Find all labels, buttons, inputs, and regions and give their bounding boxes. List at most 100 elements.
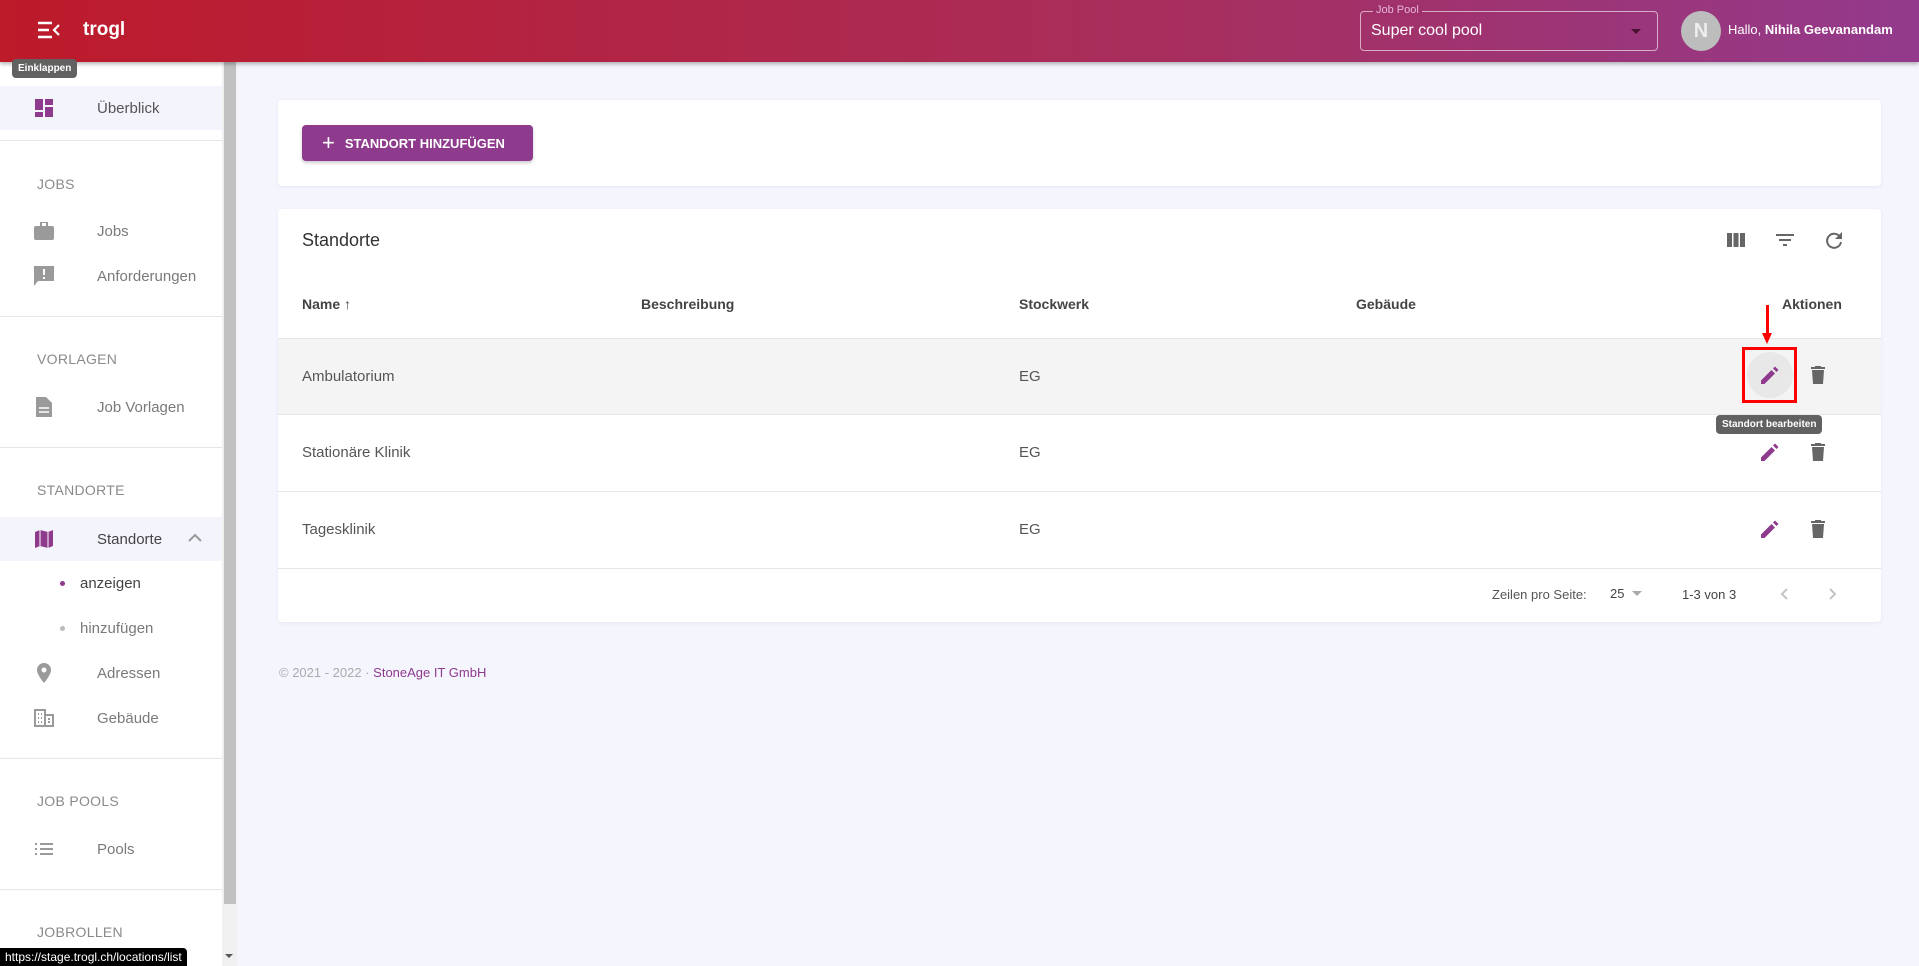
greeting-text: Hallo, (1728, 22, 1762, 37)
divider (0, 758, 222, 759)
sidebar-item-pools[interactable]: Pools (0, 827, 222, 871)
sidebar-item-label: Adressen (97, 664, 161, 682)
arrow-annotation (1766, 305, 1769, 335)
cell-stockwerk: EG (1019, 368, 1041, 385)
add-location-label: STANDORT HINZUFÜGEN (344, 135, 505, 151)
sidebar-subitem-hinzufuegen[interactable]: hinzufügen (0, 606, 222, 650)
columns-icon[interactable] (1727, 233, 1745, 247)
sidebar-item-label: Überblick (97, 99, 160, 117)
job-pool-select[interactable]: Job Pool Super cool pool (1360, 4, 1658, 51)
app-header: trogl Job Pool Super cool pool N Hallo, … (0, 0, 1919, 62)
plus-icon: + (322, 130, 335, 155)
edit-icon[interactable] (1761, 443, 1779, 461)
cell-name: Stationäre Klinik (302, 444, 411, 461)
map-icon (32, 527, 56, 551)
section-title-standorte: STANDORTE (37, 482, 125, 498)
sidebar-item-label: Standorte (97, 530, 163, 548)
divider (0, 889, 222, 890)
feedback-icon (32, 264, 56, 288)
sidebar-item-gebaeude[interactable]: Gebäude (0, 696, 222, 740)
prev-page-icon[interactable] (1780, 588, 1788, 600)
table-row[interactable]: Tagesklinik EG (278, 492, 1881, 569)
section-title-job-pools: JOB POOLS (37, 793, 120, 809)
sidebar: Überblick JOBS Jobs Anforderungen VORLAG… (0, 62, 222, 966)
building-icon (32, 706, 56, 730)
edit-tooltip: Standort bearbeiten (1716, 415, 1823, 434)
scrollbar-thumb[interactable] (224, 62, 236, 904)
cell-stockwerk: EG (1019, 444, 1041, 461)
dropdown-arrow-icon (1632, 591, 1643, 596)
refresh-icon[interactable] (1825, 231, 1843, 249)
toolbar-card: + STANDORT HINZUFÜGEN (278, 100, 1881, 186)
rows-per-page-select[interactable]: 25 (1610, 586, 1643, 601)
sidebar-item-label: Job Vorlagen (97, 398, 185, 416)
divider (0, 140, 222, 141)
sidebar-item-standorte[interactable]: Standorte (0, 517, 222, 561)
chevron-up-icon[interactable] (188, 533, 202, 542)
dashboard-icon (32, 96, 56, 120)
edit-icon[interactable] (1761, 520, 1779, 538)
footer: © 2021 - 2022 · StoneAge IT GmbH (279, 665, 486, 680)
column-header-stockwerk[interactable]: Stockwerk (1019, 296, 1089, 312)
sidebar-item-label: anzeigen (80, 574, 141, 592)
table-row[interactable]: Ambulatorium EG (278, 338, 1881, 415)
status-bar-url: https://stage.trogl.ch/locations/list (0, 948, 187, 966)
sidebar-item-label: hinzufügen (80, 619, 154, 637)
section-title-vorlagen: VORLAGEN (37, 351, 118, 367)
sidebar-item-job-vorlagen[interactable]: Job Vorlagen (0, 385, 222, 429)
section-title-jobrollen: JOBROLLEN (37, 924, 123, 940)
greeting: Hallo, Nihila Geevanandam (1728, 22, 1893, 37)
sidebar-subitem-anzeigen[interactable]: anzeigen (0, 561, 222, 605)
cell-name: Tagesklinik (302, 521, 376, 538)
column-header-gebaeude[interactable]: Gebäude (1356, 296, 1416, 312)
sidebar-item-label: Anforderungen (97, 267, 197, 285)
rows-per-page-value: 25 (1610, 586, 1625, 601)
user-name: Nihila Geevanandam (1764, 22, 1893, 37)
add-location-button[interactable]: + STANDORT HINZUFÜGEN (302, 125, 533, 161)
copyright-text: © 2021 - 2022 · (279, 665, 370, 680)
sidebar-item-anforderungen[interactable]: Anforderungen (0, 254, 222, 298)
collapse-menu-icon[interactable] (38, 21, 60, 39)
document-icon (32, 395, 56, 419)
column-header-name[interactable]: Name ↑ (302, 296, 351, 312)
sidebar-item-label: Pools (97, 840, 135, 858)
delete-icon[interactable] (1811, 443, 1825, 461)
section-title-jobs: JOBS (37, 176, 75, 192)
avatar[interactable]: N (1681, 11, 1721, 51)
divider (0, 316, 222, 317)
bullet-icon (60, 626, 65, 631)
page-range: 1-3 von 3 (1682, 587, 1737, 602)
sidebar-item-jobs[interactable]: Jobs (0, 209, 222, 253)
app-logo: trogl (83, 19, 126, 40)
bullet-icon (60, 581, 65, 586)
table-title: Standorte (302, 230, 381, 250)
job-pool-value: Super cool pool (1371, 22, 1483, 39)
sort-arrow-up-icon: ↑ (344, 296, 352, 312)
collapse-tooltip: Einklappen (12, 59, 78, 78)
column-header-aktionen: Aktionen (1782, 296, 1842, 312)
column-label: Name (302, 296, 341, 312)
sidebar-item-adressen[interactable]: Adressen (0, 651, 222, 695)
highlight-box (1742, 347, 1797, 403)
arrow-head-icon (1762, 333, 1772, 344)
rows-per-page-label: Zeilen pro Seite: (1492, 587, 1587, 602)
company-link[interactable]: StoneAge IT GmbH (373, 665, 486, 680)
delete-icon[interactable] (1811, 366, 1825, 384)
next-page-icon[interactable] (1829, 588, 1837, 600)
column-header-beschreibung[interactable]: Beschreibung (641, 296, 734, 312)
sidebar-item-label: Gebäude (97, 709, 159, 727)
filter-icon[interactable] (1776, 234, 1794, 246)
list-icon (32, 837, 56, 861)
divider (0, 447, 222, 448)
sidebar-item-label: Jobs (97, 222, 129, 240)
location-pin-icon (32, 661, 56, 685)
table-row[interactable]: Stationäre Klinik EG (278, 415, 1881, 492)
cell-stockwerk: EG (1019, 521, 1041, 538)
job-pool-label: Job Pool (1373, 4, 1422, 16)
sidebar-item-overview[interactable]: Überblick (0, 86, 222, 130)
scroll-down-arrow-icon[interactable] (225, 954, 233, 958)
dropdown-arrow-icon (1631, 29, 1641, 34)
briefcase-icon (32, 219, 56, 243)
cell-name: Ambulatorium (302, 368, 395, 385)
delete-icon[interactable] (1811, 520, 1825, 538)
